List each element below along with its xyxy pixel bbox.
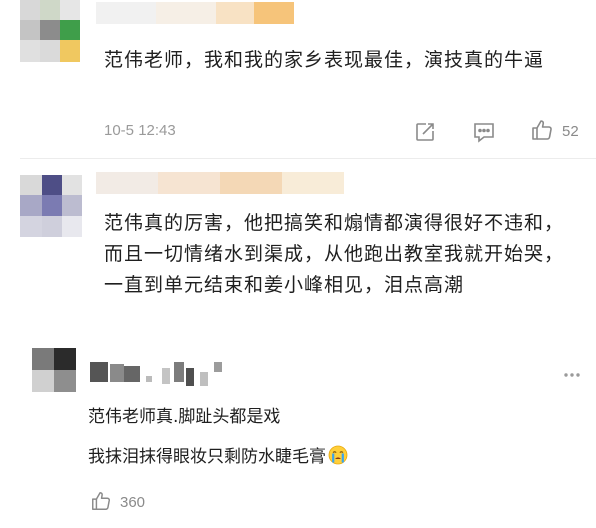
reply-text-line: 我抹泪抹得眼妆只剩防水睫毛膏 [88,442,348,472]
avatar[interactable] [20,0,80,62]
reply-username[interactable] [90,362,230,388]
username[interactable] [96,2,296,26]
thumbs-up-icon[interactable] [90,490,112,512]
reply-avatar[interactable] [32,348,76,392]
thumbs-up-icon[interactable] [530,118,554,142]
comment-text: 范伟老师，我和我的家乡表现最佳，演技真的牛逼 [104,49,545,71]
forward-icon[interactable] [414,121,436,143]
avatar[interactable] [20,175,82,237]
username[interactable] [96,172,346,196]
like-count: 360 [120,494,146,511]
crying-face-icon [328,445,348,465]
reply-icon[interactable] [472,121,496,143]
like-count: 52 [562,123,579,140]
more-dots-icon[interactable] [563,372,581,378]
comment-divider [20,158,596,159]
reply-text-line: 范伟老师真.脚趾头都是戏 [88,407,281,427]
comment-timestamp: 10-5 12:43 [104,122,176,139]
reply-text: 我抹泪抹得眼妆只剩防水睫毛膏 [88,447,326,467]
comment-text: 范伟真的厉害，他把搞笑和煽情都演得很好不违和，而且一切情绪水到渠成，从他跑出教室… [104,212,565,296]
